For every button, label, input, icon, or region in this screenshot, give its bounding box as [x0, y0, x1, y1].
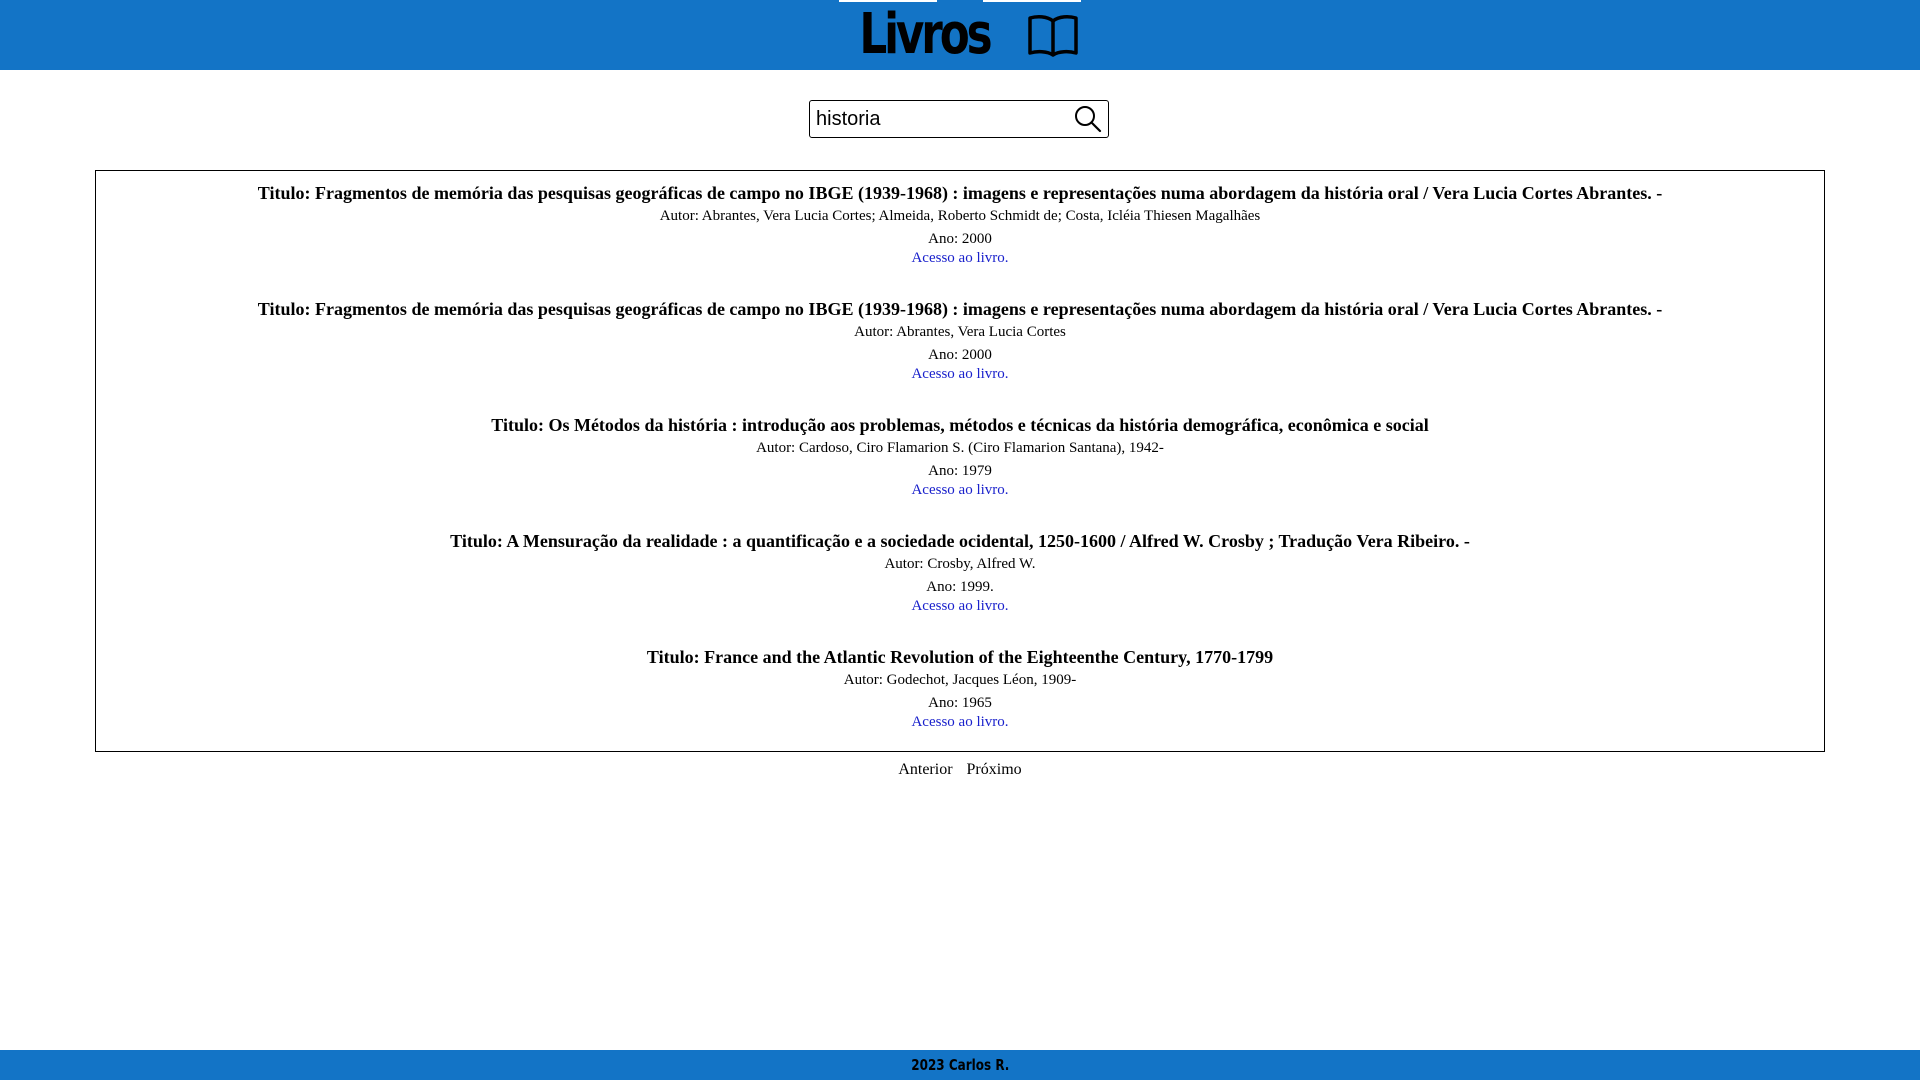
- book-title: Titulo: Fragmentos de memória das pesqui…: [257, 183, 1663, 203]
- book-year: Ano: 1979: [928, 463, 992, 479]
- book-title: Titulo: France and the Atlantic Revoluti…: [646, 647, 1274, 667]
- book-access-link[interactable]: Acesso ao livro.: [911, 250, 1008, 267]
- list-item: Titulo: Fragmentos de memória das pesqui…: [96, 181, 1824, 266]
- header-title-group: Livros: [0, 4, 1920, 66]
- book-access-link[interactable]: Acesso ao livro.: [911, 714, 1008, 731]
- list-item: Titulo: France and the Atlantic Revoluti…: [96, 645, 1824, 730]
- book-title: Titulo: Os Métodos da história : introdu…: [491, 415, 1429, 435]
- next-page-button[interactable]: Próximo: [967, 761, 1022, 778]
- book-author: Autor: Cardoso, Ciro Flamarion S. (Ciro …: [756, 440, 1164, 456]
- book-year: Ano: 1965: [928, 695, 992, 711]
- list-item: Titulo: Fragmentos de memória das pesqui…: [96, 297, 1824, 382]
- book-access-link[interactable]: Acesso ao livro.: [911, 598, 1008, 615]
- open-book-icon: [1028, 15, 1079, 57]
- book-author: Autor: Abrantes, Vera Lucia Cortes; Alme…: [659, 208, 1261, 224]
- book-title: Titulo: Fragmentos de memória das pesqui…: [257, 299, 1663, 319]
- header-bar: Livros: [0, 0, 1920, 70]
- book-author: Autor: Godechot, Jacques Léon, 1909-: [843, 672, 1077, 688]
- search-input[interactable]: [816, 105, 1066, 133]
- previous-page-button[interactable]: Anterior: [898, 761, 952, 778]
- book-title: Titulo: A Mensuração da realidade : a qu…: [450, 531, 1470, 551]
- search-box: [809, 100, 1109, 138]
- book-access-link[interactable]: Acesso ao livro.: [911, 482, 1008, 499]
- book-author: Autor: Abrantes, Vera Lucia Cortes: [854, 324, 1066, 340]
- book-year: Ano: 2000: [928, 231, 992, 247]
- list-item: Titulo: Os Métodos da história : introdu…: [96, 413, 1824, 498]
- footer-text: 2023 Carlos R.: [910, 1056, 1010, 1074]
- book-access-link[interactable]: Acesso ao livro.: [911, 366, 1008, 383]
- book-year: Ano: 1999.: [926, 579, 994, 595]
- footer-bar: 2023 Carlos R.: [0, 1050, 1920, 1080]
- results-list: Titulo: Fragmentos de memória das pesqui…: [95, 170, 1825, 752]
- header-tab-indicator: [983, 0, 1081, 2]
- page-title: Livros: [858, 2, 992, 67]
- list-item: Titulo: A Mensuração da realidade : a qu…: [96, 529, 1824, 614]
- pagination: Anterior Próximo: [0, 760, 1920, 780]
- book-year: Ano: 2000: [928, 347, 992, 363]
- search-icon[interactable]: [1074, 105, 1102, 133]
- book-author: Autor: Crosby, Alfred W.: [884, 556, 1036, 572]
